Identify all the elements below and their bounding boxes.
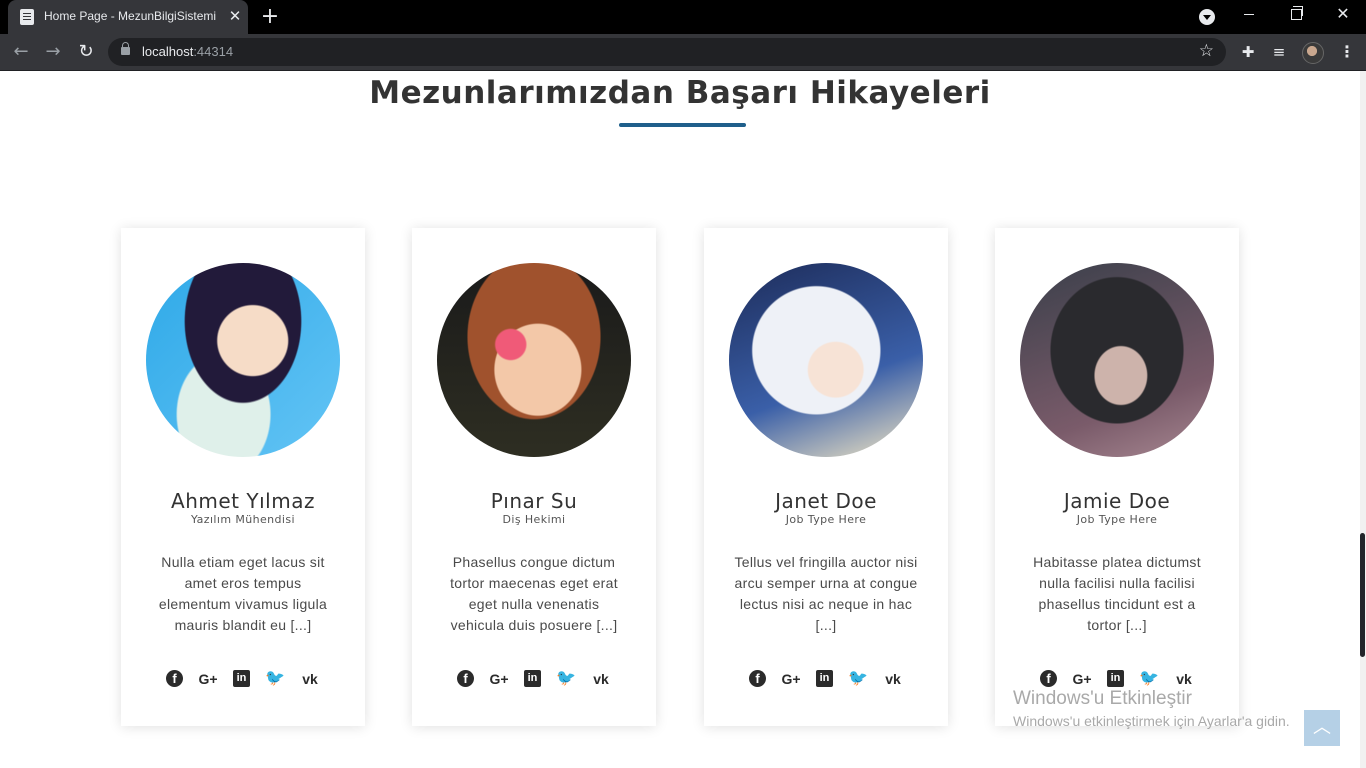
linkedin-icon[interactable]: in <box>233 670 250 687</box>
graduate-job: Job Type Here <box>785 513 867 526</box>
tab-title: Home Page - MezunBilgiSistemi <box>44 9 217 23</box>
twitter-icon[interactable]: 🐦 <box>265 669 285 689</box>
browser-tab-strip: Home Page - MezunBilgiSistemi ✕ + ✕ <box>0 0 1366 34</box>
graduate-story: Nulla etiam eget lacus sit amet eros tem… <box>158 554 328 633</box>
twitter-icon[interactable]: 🐦 <box>848 669 868 689</box>
vk-icon[interactable]: vk <box>591 669 611 689</box>
google-plus-icon[interactable]: G+ <box>198 669 218 689</box>
restore-window-button[interactable] <box>1291 6 1303 20</box>
graduate-name: Janet Doe <box>775 489 877 513</box>
graduate-job: Job Type Here <box>1076 513 1158 526</box>
url-text[interactable]: localhost:44314 <box>142 44 233 59</box>
graduate-photo <box>1020 263 1214 457</box>
close-window-button[interactable]: ✕ <box>1334 4 1352 24</box>
graduate-name: Jamie Doe <box>1063 489 1171 513</box>
facebook-icon[interactable]: f <box>457 670 474 687</box>
vk-icon[interactable]: vk <box>1174 669 1194 689</box>
page-scrollbar[interactable] <box>1360 71 1366 768</box>
section-title: Mezunlarımızdan Başarı Hikayeleri <box>369 75 991 111</box>
url-port: :44314 <box>193 44 234 59</box>
browser-toolbar: ← → ↻ localhost:44314 ☆ ✚ ≡ ⋮ <box>0 34 1366 71</box>
google-plus-icon[interactable]: G+ <box>781 669 801 689</box>
social-links: f G+ in 🐦 vk <box>412 669 656 691</box>
url-host: localhost <box>142 44 194 59</box>
facebook-icon[interactable]: f <box>749 670 766 687</box>
social-links: f G+ in 🐦 vk <box>704 669 948 691</box>
graduate-job: Diş Hekimi <box>502 513 566 526</box>
social-links: f G+ in 🐦 vk <box>121 669 365 691</box>
bookmark-star-icon[interactable]: ☆ <box>1199 41 1214 61</box>
profile-avatar[interactable] <box>1302 42 1324 64</box>
graduate-card: Janet Doe Job Type Here Tellus vel fring… <box>704 228 948 726</box>
graduate-photo <box>146 263 340 457</box>
page-favicon-icon <box>20 9 34 25</box>
graduate-photo <box>437 263 631 457</box>
address-bar[interactable]: localhost:44314 ☆ <box>108 38 1226 66</box>
browser-menu-icon[interactable]: ⋮ <box>1337 42 1357 62</box>
scrollbar-thumb[interactable] <box>1360 533 1365 657</box>
windows-activation-title: Windows'u Etkinleştir <box>1013 688 1192 709</box>
extensions-puzzle-icon[interactable]: ✚ <box>1238 42 1258 62</box>
facebook-icon[interactable]: f <box>1040 670 1057 687</box>
graduate-story: Phasellus congue dictum tortor maecenas … <box>450 554 618 633</box>
page-viewport: Mezunlarımızdan Başarı Hikayeleri Ahmet … <box>0 71 1366 768</box>
vk-icon[interactable]: vk <box>300 669 320 689</box>
graduate-name: Pınar Su <box>490 489 578 513</box>
graduate-job: Yazılım Mühendisi <box>191 513 295 526</box>
minimize-window-button[interactable] <box>1244 14 1254 15</box>
forward-arrow-icon[interactable]: → <box>41 40 65 64</box>
graduate-story: Habitasse platea dictumst nulla facilisi… <box>1033 554 1201 633</box>
tab-search-icon[interactable] <box>1199 9 1215 25</box>
reload-icon[interactable]: ↻ <box>74 40 98 64</box>
twitter-icon[interactable]: 🐦 <box>556 669 576 689</box>
browser-tab-active[interactable]: Home Page - MezunBilgiSistemi ✕ <box>8 0 248 34</box>
lock-icon[interactable] <box>121 42 130 55</box>
linkedin-icon[interactable]: in <box>816 670 833 687</box>
title-underline <box>619 123 746 127</box>
twitter-icon[interactable]: 🐦 <box>1139 669 1159 689</box>
tab-close-icon[interactable]: ✕ <box>226 6 244 26</box>
linkedin-icon[interactable]: in <box>524 670 541 687</box>
new-tab-button[interactable]: + <box>258 4 282 30</box>
graduate-story: Tellus vel fringilla auctor nisi arcu se… <box>734 554 918 633</box>
graduate-card: Jamie Doe Job Type Here Habitasse platea… <box>995 228 1239 726</box>
graduate-card: Ahmet Yılmaz Yazılım Mühendisi Nulla eti… <box>121 228 365 726</box>
vk-icon[interactable]: vk <box>883 669 903 689</box>
back-to-top-button[interactable]: ︿ <box>1304 710 1340 746</box>
graduate-card: Pınar Su Diş Hekimi Phasellus congue dic… <box>412 228 656 726</box>
google-plus-icon[interactable]: G+ <box>1072 669 1092 689</box>
graduate-name: Ahmet Yılmaz <box>171 489 315 513</box>
graduate-photo <box>729 263 923 457</box>
google-plus-icon[interactable]: G+ <box>489 669 509 689</box>
back-arrow-icon[interactable]: ← <box>9 40 33 64</box>
linkedin-icon[interactable]: in <box>1107 670 1124 687</box>
windows-activation-hint: Windows'u etkinleştirmek için Ayarlar'a … <box>1013 713 1290 729</box>
facebook-icon[interactable]: f <box>166 670 183 687</box>
media-control-icon[interactable]: ≡ <box>1269 42 1289 62</box>
